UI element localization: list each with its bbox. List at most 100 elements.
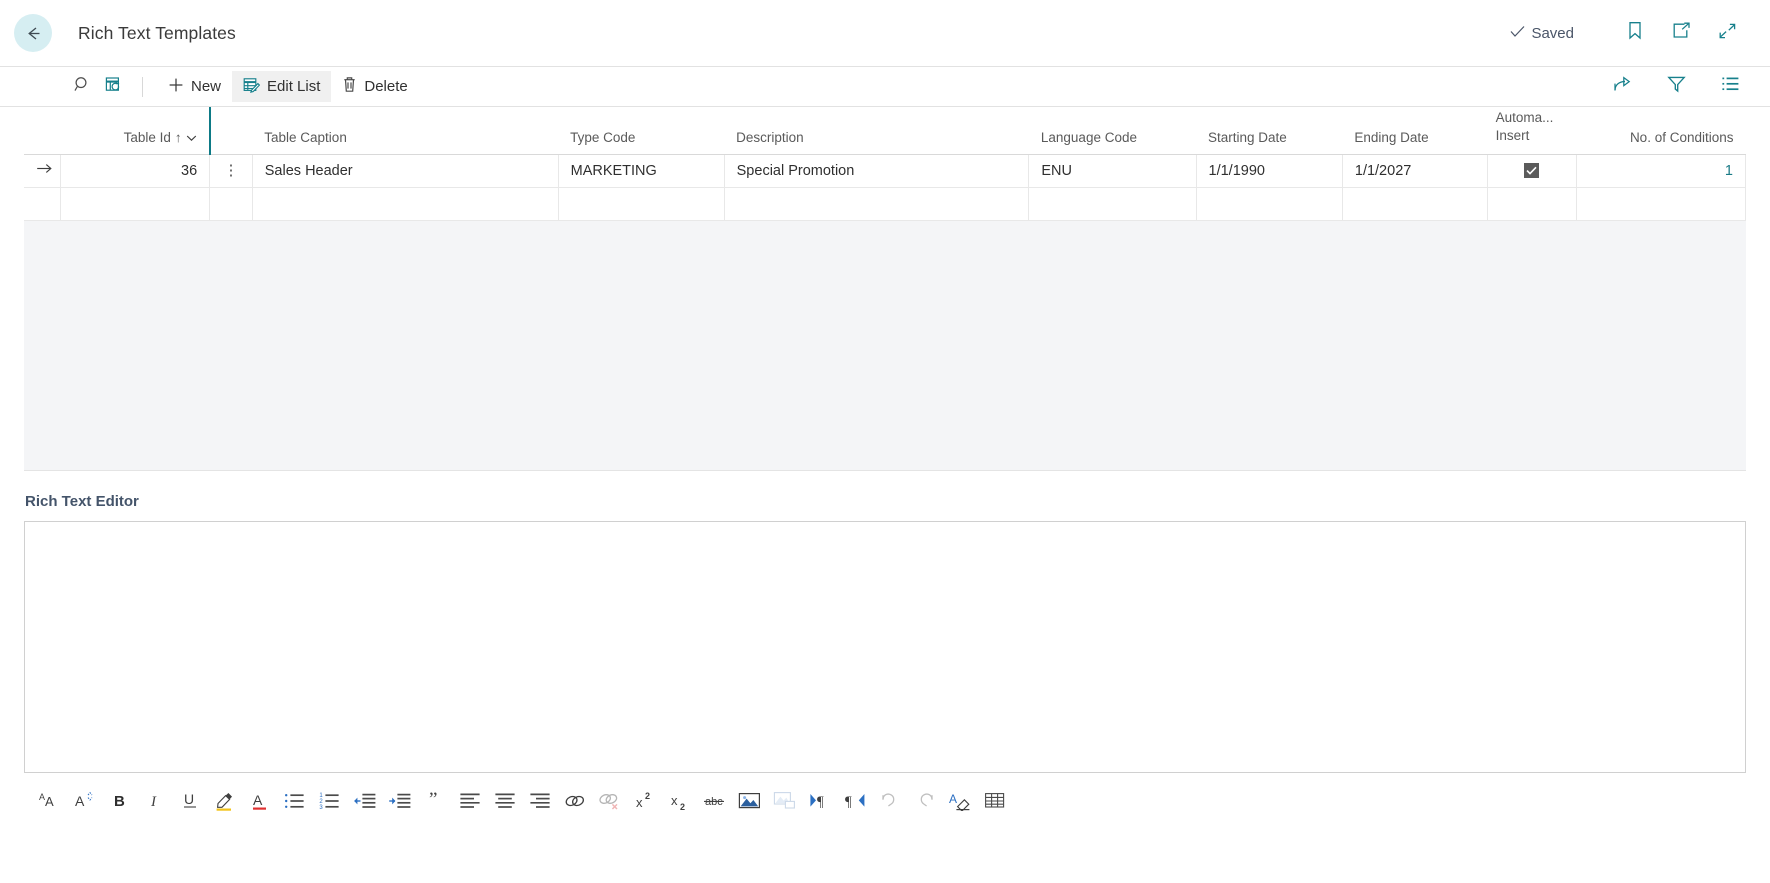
cell-description[interactable]: Special Promotion: [724, 154, 1030, 188]
share-button[interactable]: [1606, 72, 1638, 102]
list-view-icon: [1721, 76, 1740, 97]
font-color-button[interactable]: A: [242, 787, 277, 819]
new-row-cell-description[interactable]: [724, 187, 1030, 221]
clear-formatting-button[interactable]: A: [942, 787, 977, 819]
command-separator: [142, 76, 143, 97]
column-header-table-caption[interactable]: Table Caption: [252, 107, 559, 155]
bulleted-list-button[interactable]: [277, 787, 312, 819]
bookmark-button[interactable]: [1618, 16, 1652, 50]
rich-text-editor-input[interactable]: [24, 521, 1746, 773]
insert-link-icon: [564, 792, 586, 815]
new-row-cell-starting-date[interactable]: [1196, 187, 1343, 221]
new-row-cell-table-id[interactable]: [60, 187, 211, 221]
strikethrough-button[interactable]: abc: [697, 787, 732, 819]
align-right-button[interactable]: [522, 787, 557, 819]
new-button[interactable]: New: [157, 71, 232, 102]
open-in-excel-icon: [105, 76, 123, 98]
svg-text:abc: abc: [705, 796, 723, 808]
increase-indent-icon: [388, 792, 412, 815]
align-center-icon: [494, 792, 516, 815]
cell-table-caption[interactable]: Sales Header: [252, 154, 559, 188]
bold-icon: B: [110, 791, 130, 816]
column-header-starting-date[interactable]: Starting Date: [1196, 107, 1343, 155]
automatic-insert-checkbox[interactable]: [1524, 163, 1540, 179]
column-header-ending-date[interactable]: Ending Date: [1342, 107, 1488, 155]
underline-button[interactable]: U: [172, 787, 207, 819]
row-menu-button[interactable]: ⋮: [209, 154, 253, 188]
column-header-indicator: [24, 107, 61, 155]
font-style-icon: A: [73, 791, 97, 816]
new-row-cell-language-code[interactable]: [1028, 187, 1197, 221]
italic-icon: I: [145, 791, 165, 816]
new-row-menu-cell[interactable]: [209, 187, 253, 221]
grid-header-row: Table Id ↑ Table Caption Type Code Descr…: [24, 107, 1746, 155]
new-row-cell-no-of-conditions[interactable]: [1576, 187, 1747, 221]
cell-type-code[interactable]: MARKETING: [558, 154, 725, 188]
bold-button[interactable]: B: [102, 787, 137, 819]
column-header-table-id-label: Table Id: [123, 129, 171, 145]
insert-link-button[interactable]: [557, 787, 592, 819]
row-indicator-cell: [24, 154, 61, 188]
collapse-button[interactable]: [1710, 16, 1744, 50]
svg-text:U: U: [184, 791, 194, 807]
text-direction-ltr-button[interactable]: ¶: [802, 787, 837, 819]
highlight-button[interactable]: [207, 787, 242, 819]
new-row-cell-type-code[interactable]: [558, 187, 725, 221]
remove-link-button[interactable]: [592, 787, 627, 819]
back-button[interactable]: [14, 14, 52, 52]
insert-table-button[interactable]: [977, 787, 1012, 819]
svg-text:I: I: [150, 794, 157, 810]
new-row-cell-ending-date[interactable]: [1342, 187, 1489, 221]
undo-button[interactable]: [872, 787, 907, 819]
open-in-new-window-button[interactable]: [1664, 16, 1698, 50]
superscript-button[interactable]: x2: [627, 787, 662, 819]
cell-automatic-insert[interactable]: [1487, 154, 1577, 188]
list-view-button[interactable]: [1714, 72, 1746, 102]
column-header-description[interactable]: Description: [724, 107, 1029, 155]
rich-text-editor-label: Rich Text Editor: [25, 493, 139, 510]
insert-image-button[interactable]: [732, 787, 767, 819]
filter-icon: [1666, 75, 1686, 98]
cell-language-code[interactable]: ENU: [1028, 154, 1197, 188]
column-header-no-of-conditions[interactable]: No. of Conditions: [1576, 107, 1746, 155]
align-left-button[interactable]: [452, 787, 487, 819]
svg-text:A: A: [45, 794, 54, 809]
column-header-automatic-insert[interactable]: Automa... Insert: [1487, 107, 1577, 155]
vertical-dots-icon: ⋮: [223, 161, 239, 179]
svg-text:¶: ¶: [845, 794, 852, 810]
new-row-placeholder[interactable]: [24, 187, 1747, 221]
increase-indent-button[interactable]: [382, 787, 417, 819]
new-row-cell-automatic-insert[interactable]: [1487, 187, 1577, 221]
svg-text:x: x: [636, 795, 643, 810]
font-style-button[interactable]: A: [67, 787, 102, 819]
image-properties-button[interactable]: [767, 787, 802, 819]
edit-list-button[interactable]: Edit List: [232, 71, 332, 102]
search-button[interactable]: [66, 72, 98, 102]
font-size-button[interactable]: AA: [32, 787, 67, 819]
filter-button[interactable]: [1660, 72, 1692, 102]
new-row-cell-table-caption[interactable]: [252, 187, 559, 221]
table-row[interactable]: 36 ⋮ Sales Header MARKETING Special Prom…: [24, 154, 1747, 188]
underline-icon: U: [180, 791, 200, 816]
text-direction-rtl-button[interactable]: ¶: [837, 787, 872, 819]
redo-button[interactable]: [907, 787, 942, 819]
column-header-language-code[interactable]: Language Code: [1028, 107, 1197, 155]
cell-ending-date[interactable]: 1/1/2027: [1342, 154, 1489, 188]
numbered-list-button[interactable]: 123: [312, 787, 347, 819]
cell-no-of-conditions[interactable]: 1: [1576, 154, 1747, 188]
column-header-type-code[interactable]: Type Code: [558, 107, 725, 155]
column-header-table-id[interactable]: Table Id ↑: [60, 107, 211, 155]
open-in-excel-button[interactable]: [98, 72, 130, 102]
no-of-conditions-value[interactable]: 1: [1725, 163, 1733, 179]
strikethrough-icon: abc: [703, 791, 727, 816]
blockquote-button[interactable]: ”: [417, 787, 452, 819]
subscript-button[interactable]: x2: [662, 787, 697, 819]
italic-button[interactable]: I: [137, 787, 172, 819]
cell-starting-date[interactable]: 1/1/1990: [1196, 154, 1343, 188]
decrease-indent-button[interactable]: [347, 787, 382, 819]
align-center-button[interactable]: [487, 787, 522, 819]
chevron-down-icon[interactable]: [186, 130, 197, 145]
text-direction-ltr-icon: ¶: [808, 791, 832, 815]
cell-table-id[interactable]: 36: [60, 154, 211, 188]
delete-button[interactable]: Delete: [331, 71, 418, 102]
